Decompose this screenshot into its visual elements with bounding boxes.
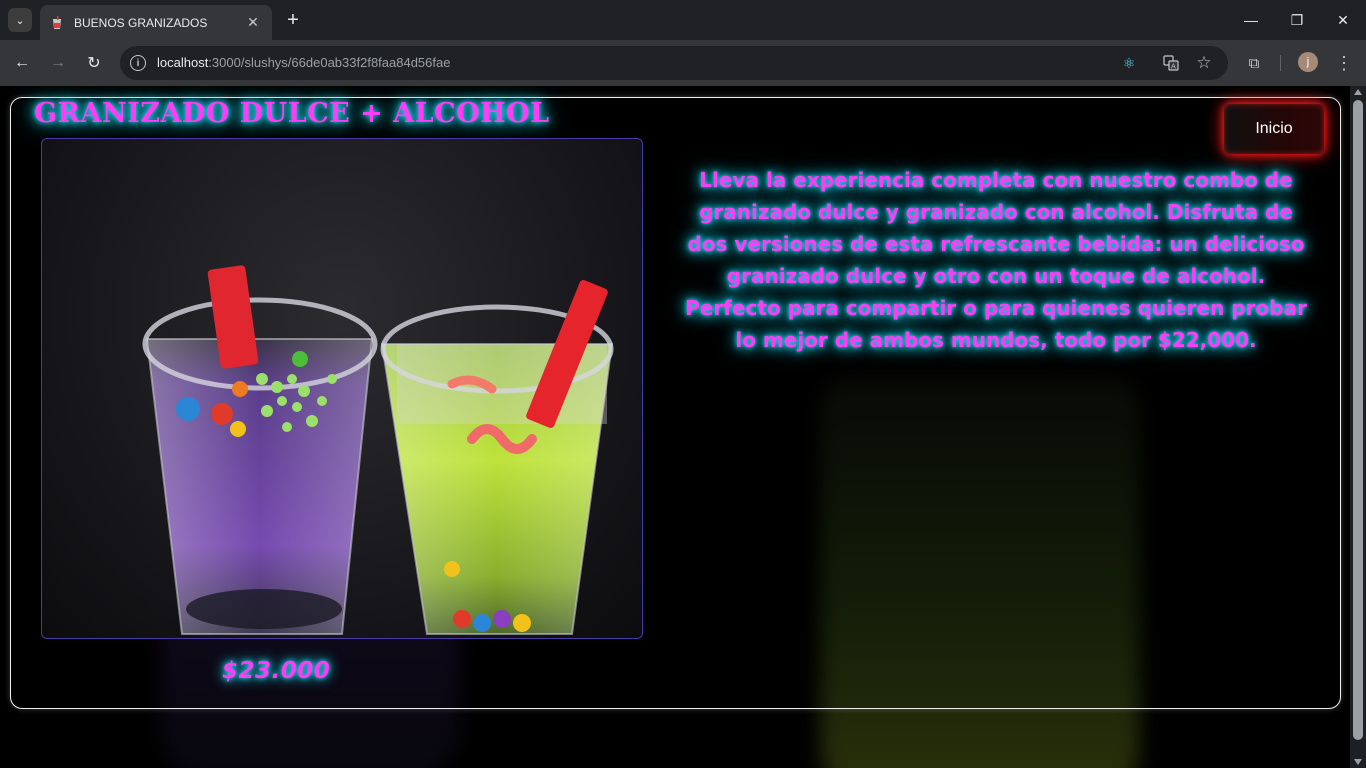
scroll-up-arrow-icon[interactable] — [1354, 89, 1362, 95]
scroll-down-arrow-icon[interactable] — [1354, 759, 1362, 765]
toolbar-divider — [1280, 55, 1281, 71]
chevron-down-icon: ⌄ — [15, 14, 25, 27]
close-tab-icon[interactable]: ✕ — [244, 14, 262, 31]
bookmark-star-icon[interactable]: ☆ — [1195, 53, 1213, 72]
product-description: Lleva la experiencia completa con nuestr… — [685, 168, 1307, 352]
tab-search-button[interactable]: ⌄ — [8, 8, 32, 32]
react-devtools-icon[interactable]: ⚛ — [1120, 54, 1138, 72]
slushy-cup-icon — [50, 15, 64, 30]
page-title: GRANIZADO DULCE + ALCOHOL — [34, 98, 550, 129]
minimize-button[interactable]: — — [1228, 0, 1274, 40]
extensions-icon[interactable]: ⧉ — [1242, 51, 1266, 75]
url-text[interactable]: localhost:3000/slushys/66de0ab33f2f8faa8… — [157, 55, 450, 70]
browser-toolbar: ← → ↻ i localhost:3000/slushys/66de0ab33… — [0, 40, 1366, 86]
address-bar[interactable]: i localhost:3000/slushys/66de0ab33f2f8fa… — [120, 46, 1228, 80]
page-viewport: GRANIZADO DULCE + ALCOHOL Inicio $23.000… — [0, 86, 1350, 768]
tab-strip: ⌄ BUENOS GRANIZADOS ✕ + — ❐ ✕ — [0, 0, 1366, 40]
profile-avatar[interactable]: j — [1298, 52, 1318, 72]
scrollbar-thumb[interactable] — [1353, 100, 1363, 740]
home-button[interactable]: Inicio — [1224, 104, 1324, 154]
site-info-icon[interactable]: i — [130, 55, 146, 71]
product-price: $23.000 — [222, 658, 331, 684]
svg-text:A: A — [1171, 63, 1176, 71]
back-button[interactable]: ← — [10, 51, 34, 75]
forward-button[interactable]: → — [46, 51, 70, 75]
page-scrollbar[interactable] — [1350, 86, 1366, 768]
tab-title: BUENOS GRANIZADOS — [74, 15, 208, 30]
browser-tab[interactable]: BUENOS GRANIZADOS ✕ — [40, 5, 272, 40]
reload-button[interactable]: ↻ — [82, 51, 106, 75]
translate-icon[interactable]: A — [1162, 54, 1180, 72]
restore-button[interactable]: ❐ — [1274, 0, 1320, 40]
product-image — [41, 138, 643, 639]
menu-kebab-icon[interactable]: ⋮ — [1332, 51, 1356, 75]
close-window-button[interactable]: ✕ — [1320, 0, 1366, 40]
new-tab-button[interactable]: + — [282, 9, 304, 31]
